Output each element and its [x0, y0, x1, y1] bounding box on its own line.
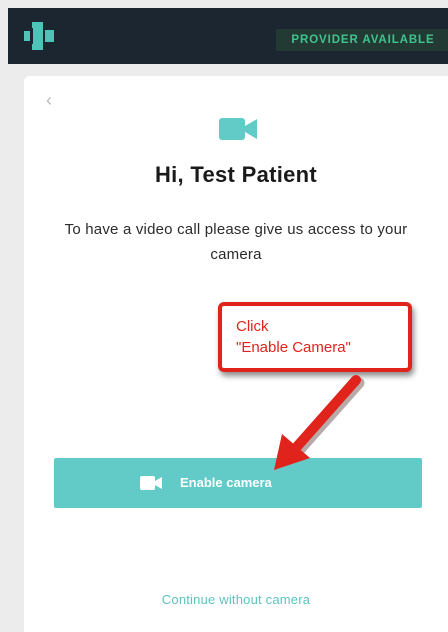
pointer-arrow-icon	[274, 375, 365, 470]
instruction-callout: Click "Enable Camera"	[218, 302, 412, 372]
callout-line-1: Click	[236, 318, 269, 335]
app-logo-icon	[24, 22, 54, 50]
page-title: Hi, Test Patient	[154, 162, 318, 187]
video-camera-icon	[219, 118, 257, 140]
top-bar: PROVIDER AVAILABLE	[8, 8, 448, 64]
video-camera-icon	[140, 476, 162, 490]
chevron-left-icon[interactable]: ‹	[46, 91, 60, 109]
enable-camera-label: Enable camera	[180, 475, 272, 490]
provider-status-badge: PROVIDER AVAILABLE	[276, 29, 448, 51]
camera-access-message: To have a video call please give us acce…	[64, 221, 408, 263]
callout-line-2: "Enable Camera"	[236, 339, 351, 356]
continue-without-camera-link[interactable]: Continue without camera	[24, 592, 448, 607]
enable-camera-button[interactable]: Enable camera	[54, 458, 422, 508]
